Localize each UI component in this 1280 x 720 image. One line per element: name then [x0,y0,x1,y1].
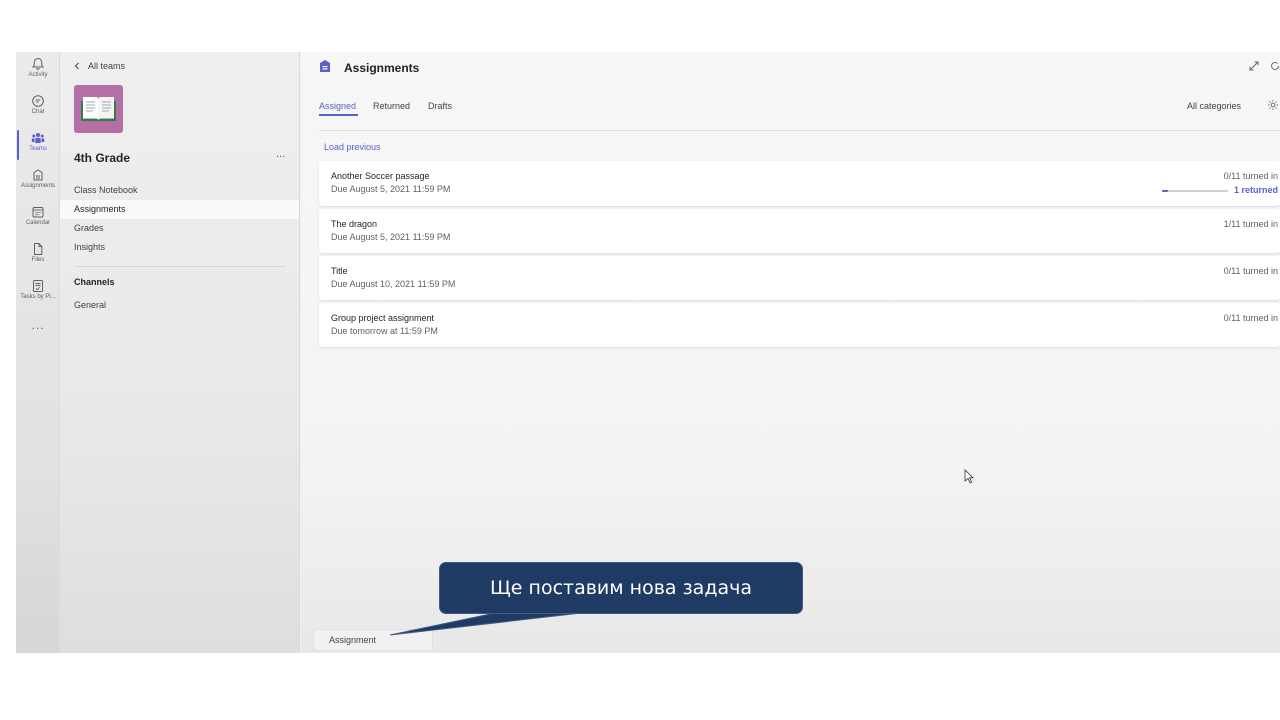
nav-grades[interactable]: Grades [60,219,299,238]
tab-returned[interactable]: Returned [373,101,410,111]
chat-icon [32,95,44,107]
divider [74,266,286,267]
more-apps-button[interactable]: ... [16,318,60,332]
assignment-card[interactable]: Group project assignment Due tomorrow at… [319,303,1280,347]
new-assignment-button[interactable]: Assignment [313,629,433,651]
assignment-due-date: Due August 5, 2021 11:59 PM [331,184,451,194]
turned-in-count: 0/11 turned in [1223,313,1278,323]
assignment-card[interactable]: Title Due August 10, 2021 11:59 PM 0/11 … [319,256,1280,300]
channels-heading: Channels [74,277,115,287]
teams-icon [31,133,45,143]
assignment-title: The dragon [331,219,378,229]
assignment-due-date: Due tomorrow at 11:59 PM [331,326,438,336]
team-more-options-button[interactable]: ... [276,148,285,160]
bell-icon [32,57,44,70]
turned-in-count: 0/11 turned in [1223,266,1278,276]
load-previous-link[interactable]: Load previous [324,142,381,152]
rail-label: Chat [31,109,45,115]
assignments-app-icon [320,60,330,72]
turned-in-count: 1/11 turned in [1223,219,1278,229]
nav-insights[interactable]: Insights [60,238,299,257]
rail-label: Files [31,257,45,263]
rail-teams[interactable]: Teams [16,129,60,163]
rail-label: Assignments [20,183,56,189]
assignment-due-date: Due August 10, 2021 11:59 PM [331,279,456,289]
active-indicator [17,130,19,160]
assignment-card[interactable]: The dragon Due August 5, 2021 11:59 PM 1… [319,209,1280,253]
assignment-title: Title [331,266,348,276]
chevron-left-icon [74,62,79,70]
rail-label: Calendar [25,220,51,226]
refresh-icon[interactable] [1270,61,1280,71]
gear-icon[interactable] [1267,99,1279,111]
tasks-icon [33,280,43,292]
team-sidebar: All teams 4th Grade ... Class Notebook A… [60,52,300,653]
assignments-icon [33,169,43,181]
category-filter-dropdown[interactable]: All categories [1187,101,1241,111]
rail-assignments[interactable]: Assignments [16,166,60,200]
channel-general[interactable]: General [74,300,106,310]
turned-in-count: 0/11 turned in [1223,171,1278,181]
calendar-icon [32,207,44,218]
rail-files[interactable]: Files [16,240,60,274]
mouse-cursor-icon [964,469,974,484]
rail-chat[interactable]: Chat [16,92,60,126]
page-title: Assignments [344,61,420,75]
expand-icon[interactable] [1249,61,1259,71]
rail-activity[interactable]: Activity [16,55,60,89]
assignment-card[interactable]: Another Soccer passage Due August 5, 202… [319,161,1280,206]
rail-tasks[interactable]: Tasks by Pl... [16,277,60,311]
assignment-title: Another Soccer passage [331,171,430,181]
rail-calendar[interactable]: Calendar [16,203,60,237]
app-rail: Activity Chat Teams Assignments Calendar… [16,52,60,653]
assignment-title: Group project assignment [331,313,435,323]
tab-assigned[interactable]: Assigned [319,101,356,111]
book-icon [81,97,116,122]
rail-label: Tasks by Pl... [20,294,56,300]
tab-drafts[interactable]: Drafts [428,101,452,111]
returned-progress-bar [1162,190,1228,192]
rail-label: Activity [28,72,48,78]
divider [319,130,1280,131]
nav-class-notebook[interactable]: Class Notebook [60,181,299,200]
nav-assignments[interactable]: Assignments [60,200,299,219]
returned-progress-fill [1162,190,1168,192]
team-name: 4th Grade [74,151,131,165]
all-teams-link[interactable]: All teams [74,61,125,71]
file-icon [34,243,43,255]
returned-count: 1 returned [1233,185,1278,195]
assignment-due-date: Due August 5, 2021 11:59 PM [331,232,451,242]
all-teams-label: All teams [88,61,126,71]
active-tab-indicator [319,114,358,116]
rail-label: Teams [29,146,47,152]
caption-callout: Ще поставим нова задача [439,562,803,614]
team-avatar [74,85,123,133]
